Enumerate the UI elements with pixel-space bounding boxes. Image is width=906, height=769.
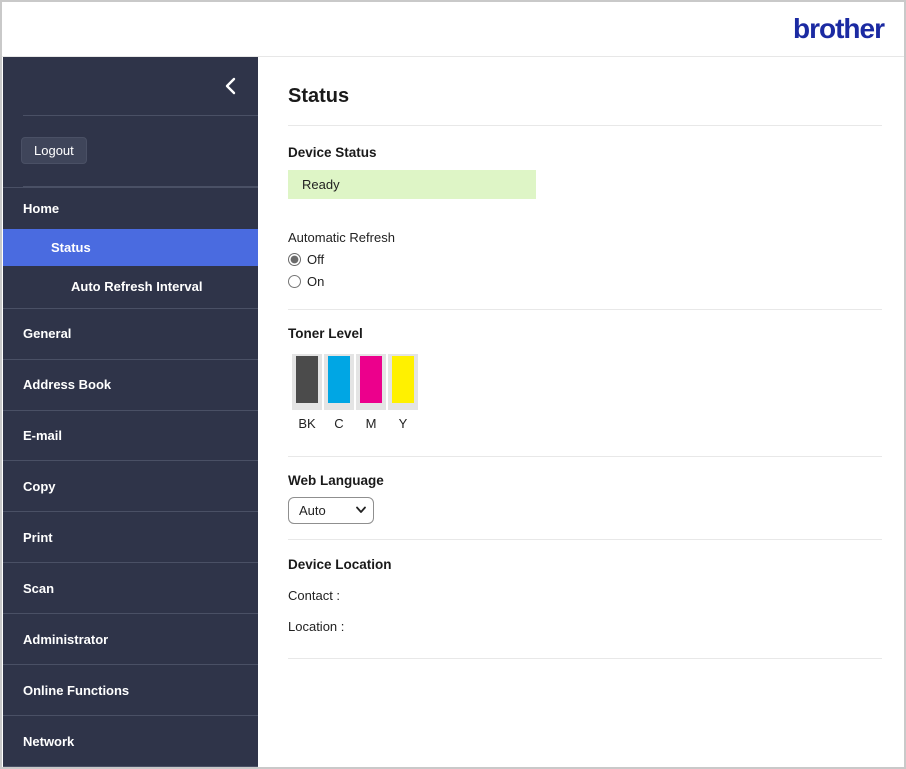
toner-label-y: Y: [398, 416, 408, 431]
toner-cartridge-c: [324, 354, 354, 410]
toner-bar-y: [392, 356, 414, 403]
toner-bar-m: [360, 356, 382, 403]
sidebar-item-address-book[interactable]: Address Book: [3, 358, 258, 410]
divider: [288, 658, 882, 659]
sidebar-item-scan[interactable]: Scan: [3, 562, 258, 613]
web-language-heading: Web Language: [288, 473, 384, 488]
device-status-text: Ready: [302, 177, 340, 192]
contact-label: Contact :: [288, 588, 341, 603]
divider: [288, 125, 882, 126]
toner-label-bk: BK: [298, 416, 316, 431]
auto-refresh-off-label: Off: [307, 252, 325, 267]
sidebar-item-general[interactable]: General: [3, 307, 258, 359]
sidebar-item-copy[interactable]: Copy: [3, 460, 258, 511]
divider: [288, 539, 882, 540]
sidebar-filler: [3, 765, 258, 767]
toner-label-c: C: [334, 416, 344, 431]
location-label: Location :: [288, 619, 345, 634]
page-title: Status: [288, 85, 350, 107]
toner-labels: BK C M Y: [288, 416, 882, 431]
auto-refresh-on-option[interactable]: On: [288, 274, 882, 289]
device-status-value: Ready: [288, 170, 536, 199]
sidebar-item-status[interactable]: Status: [3, 228, 258, 266]
sidebar-item-home[interactable]: Home: [3, 186, 258, 229]
brother-logo: brother: [793, 13, 885, 44]
auto-refresh-off-radio[interactable]: [288, 253, 301, 266]
sidebar-top: [3, 57, 258, 115]
auto-refresh-on-label: On: [307, 274, 325, 289]
sidebar-item-network[interactable]: Network: [3, 715, 258, 766]
web-language-select[interactable]: Auto: [288, 497, 374, 524]
sidebar-item-email[interactable]: E-mail: [3, 409, 258, 461]
sidebar-item-online-functions[interactable]: Online Functions: [3, 664, 258, 715]
device-status-heading: Device Status: [288, 145, 377, 160]
toner-cartridge-y: [388, 354, 418, 410]
collapse-sidebar-icon[interactable]: [225, 77, 236, 95]
web-language-select-wrap: Auto: [288, 497, 374, 524]
sidebar: Logout Home Status Auto Refresh Interval…: [3, 57, 258, 767]
header: brother: [2, 2, 904, 57]
logout-button[interactable]: Logout: [21, 136, 87, 164]
auto-refresh-off-option[interactable]: Off: [288, 252, 882, 267]
divider: [288, 456, 882, 457]
toner-label-m: M: [365, 416, 377, 431]
auto-refresh-label: Automatic Refresh: [288, 230, 395, 245]
toner-bar-bk: [296, 356, 318, 403]
toner-bar-c: [328, 356, 350, 403]
toner-cartridge-bk: [292, 354, 322, 410]
device-location-heading: Device Location: [288, 557, 392, 572]
logout-area: Logout: [3, 116, 258, 186]
sidebar-item-administrator[interactable]: Administrator: [3, 613, 258, 664]
sidebar-item-auto-refresh-interval[interactable]: Auto Refresh Interval: [3, 266, 258, 308]
toner-level-heading: Toner Level: [288, 326, 363, 341]
main-content: Status Device Status Ready Automatic Ref…: [258, 57, 904, 767]
toner-level-bars: [288, 354, 882, 410]
page: brother Logout Home Status Auto Refresh …: [0, 0, 906, 769]
toner-cartridge-m: [356, 354, 386, 410]
sidebar-item-print[interactable]: Print: [3, 511, 258, 562]
divider: [288, 309, 882, 310]
auto-refresh-on-radio[interactable]: [288, 275, 301, 288]
